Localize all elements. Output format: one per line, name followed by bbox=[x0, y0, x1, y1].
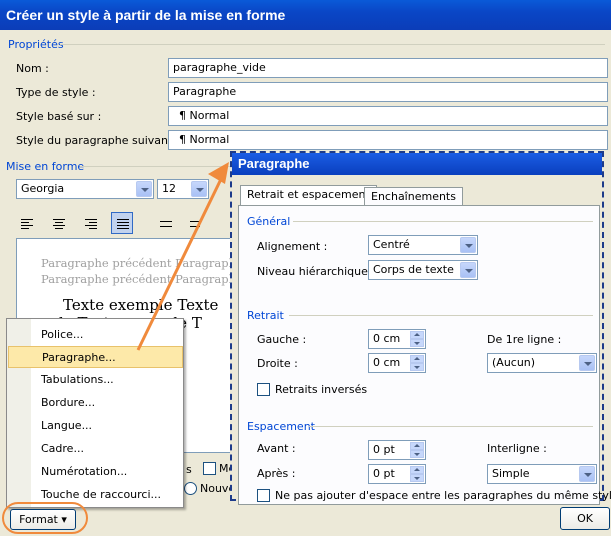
annotation-arrow bbox=[136, 162, 229, 351]
arrow-head bbox=[208, 162, 229, 184]
create-style-window: Créer un style à partir de la mise en fo… bbox=[0, 0, 611, 536]
arrow-shaft bbox=[136, 176, 224, 351]
